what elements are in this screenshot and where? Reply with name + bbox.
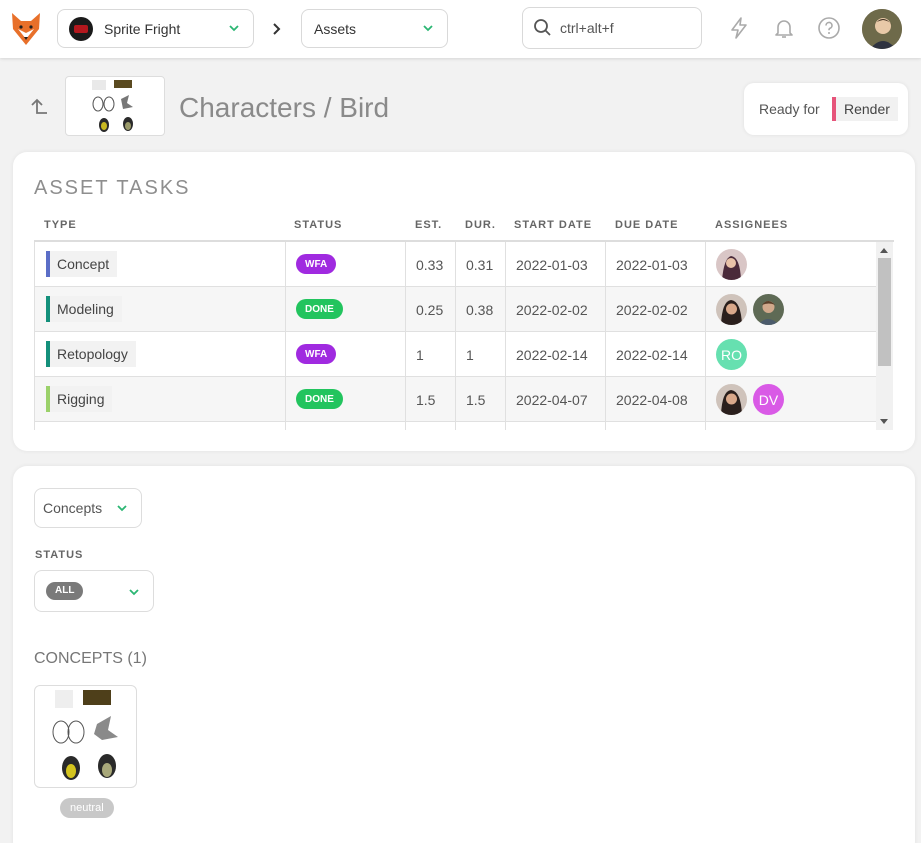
task-type-tag[interactable]: Retopology (46, 341, 136, 367)
assignee-avatar[interactable]: RO (716, 339, 747, 370)
section-selector[interactable]: Assets (301, 9, 448, 48)
assignee-avatar[interactable]: DV (753, 384, 784, 415)
task-type-name: Concept (57, 256, 110, 272)
estimation-cell: 0.25 (416, 301, 444, 318)
table-row[interactable]: Retopology WFA 1 1 2022-02-14 2022-02-14… (34, 332, 877, 377)
search-input[interactable]: ctrl+alt+f (522, 7, 702, 49)
task-type-color (46, 386, 50, 412)
concepts-heading: CONCEPTS (1) (34, 650, 147, 667)
column-header-status[interactable]: STATUS (294, 219, 342, 231)
chevron-down-icon (129, 589, 139, 596)
due-date-cell: 2022-04-08 (616, 391, 688, 408)
assignee-avatar[interactable] (753, 294, 784, 325)
task-type-tag[interactable]: Concept (46, 251, 118, 277)
chevron-down-icon (423, 25, 433, 32)
duration-cell: 0.38 (466, 301, 494, 318)
due-date-cell: 2022-02-14 (616, 346, 688, 363)
duration-cell: 0.31 (466, 256, 494, 273)
concept-thumbnail[interactable] (34, 685, 137, 788)
status-filter-select[interactable]: ALL (34, 570, 154, 612)
asset-tasks-title: ASSET TASKS (34, 177, 191, 199)
bell-icon[interactable] (772, 16, 796, 40)
search-placeholder: ctrl+alt+f (560, 20, 614, 36)
chevron-down-icon (117, 505, 127, 512)
estimation-cell: 1 (416, 346, 424, 363)
estimation-cell: 0.33 (416, 256, 444, 273)
table-row[interactable]: Modeling DONE 0.25 0.38 2022-02-02 2022-… (34, 287, 877, 332)
production-logo (69, 16, 93, 41)
column-header-estimation[interactable]: EST. (415, 219, 442, 231)
ready-for-value[interactable]: Render (836, 97, 898, 121)
chevron-right-icon (273, 23, 281, 35)
scroll-down-arrow-icon[interactable] (880, 419, 888, 424)
status-badge[interactable]: DONE (296, 389, 343, 409)
concept-status-badge: neutral (60, 798, 114, 818)
production-name: Sprite Fright (104, 20, 181, 37)
due-date-cell: 2022-02-02 (616, 301, 688, 318)
task-type-color (46, 296, 50, 322)
task-type-color (46, 251, 50, 277)
ready-for-panel[interactable]: Ready for Render (744, 83, 908, 135)
column-header-assignees[interactable]: ASSIGNEES (715, 219, 788, 231)
task-type-name: Retopology (57, 346, 128, 362)
start-date-cell: 2022-04-07 (516, 391, 588, 408)
assignee-avatar[interactable] (716, 384, 747, 415)
table-row[interactable]: Rigging DONE 1.5 1.5 2022-04-07 2022-04-… (34, 377, 877, 422)
asset-thumbnail[interactable] (65, 76, 165, 136)
duration-cell: 1 (466, 346, 474, 363)
start-date-cell: 2022-02-14 (516, 346, 588, 363)
task-type-name: Modeling (57, 301, 114, 317)
lightning-icon[interactable] (727, 16, 751, 40)
estimation-cell: 1.5 (416, 391, 436, 408)
task-type-tag[interactable]: Modeling (46, 296, 122, 322)
assignee-avatar[interactable] (716, 249, 747, 280)
top-bar: Sprite Fright Assets ctrl+alt+f (0, 0, 921, 58)
due-date-cell: 2022-01-03 (616, 256, 688, 273)
user-avatar[interactable] (862, 9, 902, 49)
task-type-tag[interactable]: Rigging (46, 386, 113, 412)
tasks-table: Concept WFA 0.33 0.31 2022-01-03 2022-01… (34, 240, 894, 430)
column-header-due-date[interactable]: DUE DATE (615, 219, 678, 231)
ready-for-label: Ready for (759, 101, 820, 117)
column-header-duration[interactable]: DUR. (465, 219, 496, 231)
table-row[interactable]: Concept WFA 0.33 0.31 2022-01-03 2022-01… (34, 242, 877, 287)
status-badge[interactable]: WFA (296, 254, 337, 274)
task-type-color (46, 341, 50, 367)
help-icon[interactable] (817, 16, 841, 40)
table-row[interactable] (34, 422, 877, 430)
status-badge[interactable]: DONE (296, 299, 343, 319)
concepts-filter-value: Concepts (43, 500, 103, 516)
kitsu-logo-icon[interactable] (10, 11, 42, 47)
production-selector[interactable]: Sprite Fright (57, 9, 254, 48)
duration-cell: 1.5 (466, 391, 486, 408)
asset-tasks-panel: ASSET TASKS TYPE STATUS EST. DUR. START … (13, 152, 915, 451)
scroll-up-arrow-icon[interactable] (880, 248, 888, 253)
search-icon (534, 19, 551, 36)
page-title: Characters / Bird (179, 92, 390, 123)
status-filter-label: STATUS (35, 549, 84, 561)
start-date-cell: 2022-02-02 (516, 301, 588, 318)
chevron-down-icon (229, 25, 239, 32)
table-scrollbar-thumb[interactable] (878, 258, 891, 366)
status-filter-value: ALL (46, 582, 84, 600)
back-arrow-icon[interactable] (27, 96, 51, 120)
task-type-name: Rigging (57, 391, 105, 407)
concepts-filter-select[interactable]: Concepts (34, 488, 142, 528)
status-badge[interactable]: WFA (296, 344, 337, 364)
section-name: Assets (314, 20, 357, 37)
concepts-panel: Concepts STATUS ALL CONCEPTS (1) neutral (13, 466, 915, 843)
start-date-cell: 2022-01-03 (516, 256, 588, 273)
column-header-start-date[interactable]: START DATE (514, 219, 592, 231)
column-header-type[interactable]: TYPE (44, 219, 77, 231)
assignee-avatar[interactable] (716, 294, 747, 325)
